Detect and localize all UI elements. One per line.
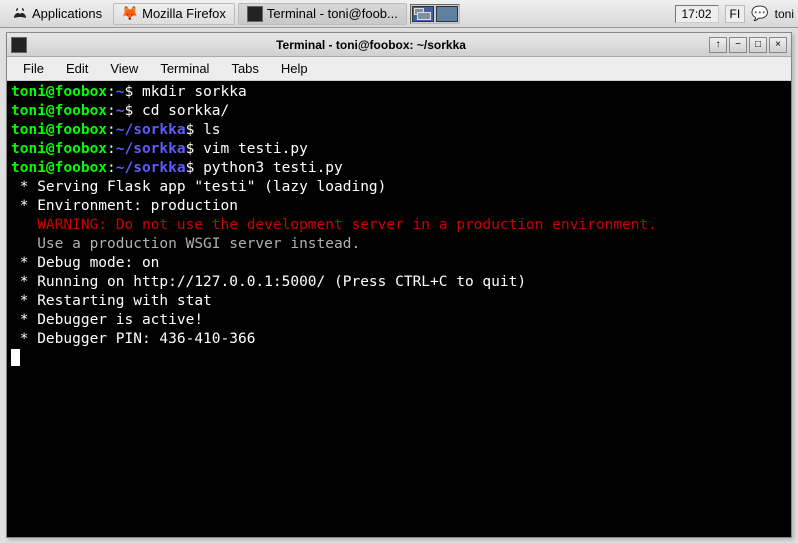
user-label[interactable]: toni bbox=[775, 7, 794, 21]
output-line: * Restarting with stat bbox=[11, 293, 212, 309]
output-line: * Debugger is active! bbox=[11, 312, 203, 328]
firefox-label: Mozilla Firefox bbox=[142, 6, 226, 21]
prompt-path: ~/sorkka bbox=[116, 141, 186, 157]
taskbar-item-terminal[interactable]: Terminal - toni@foob... bbox=[238, 3, 407, 25]
prompt-userhost: toni@foobox bbox=[11, 160, 107, 176]
cmd: mkdir sorkka bbox=[142, 84, 247, 100]
prompt-userhost: toni@foobox bbox=[11, 84, 107, 100]
output-line: * Serving Flask app "testi" (lazy loadin… bbox=[11, 179, 386, 195]
terminal-task-label: Terminal - toni@foob... bbox=[267, 6, 398, 21]
cmd: vim testi.py bbox=[203, 141, 308, 157]
output-warning: WARNING: Do not use the development serv… bbox=[11, 217, 657, 233]
output-line: * Environment: production bbox=[11, 198, 238, 214]
menu-edit[interactable]: Edit bbox=[56, 59, 98, 78]
terminal-content[interactable]: toni@foobox:~$ mkdir sorkka toni@foobox:… bbox=[7, 81, 791, 537]
notification-icon[interactable]: 💬 bbox=[751, 5, 768, 22]
stick-button[interactable]: ↑ bbox=[709, 37, 727, 53]
close-button[interactable]: × bbox=[769, 37, 787, 53]
menu-file[interactable]: File bbox=[13, 59, 54, 78]
prompt-path: ~ bbox=[116, 103, 125, 119]
cmd: ls bbox=[203, 122, 220, 138]
workspace-2[interactable] bbox=[436, 6, 458, 22]
taskbar-right: 17:02 FI 💬 toni bbox=[675, 5, 795, 23]
menu-terminal[interactable]: Terminal bbox=[150, 59, 219, 78]
clock[interactable]: 17:02 bbox=[675, 5, 719, 23]
applications-label: Applications bbox=[32, 6, 102, 21]
applications-menu[interactable]: Applications bbox=[4, 3, 110, 25]
prompt-userhost: toni@foobox bbox=[11, 141, 107, 157]
taskbar: Applications 🦊 Mozilla Firefox Terminal … bbox=[0, 0, 798, 28]
terminal-window: Terminal - toni@foobox: ~/sorkka ↑ − □ ×… bbox=[6, 32, 792, 538]
output-line: * Running on http://127.0.0.1:5000/ (Pre… bbox=[11, 274, 526, 290]
prompt-sep: : bbox=[107, 160, 116, 176]
window-buttons: ↑ − □ × bbox=[709, 37, 787, 53]
output-line: * Debug mode: on bbox=[11, 255, 159, 271]
xfce-mouse-icon bbox=[12, 6, 28, 22]
prompt-path: ~/sorkka bbox=[116, 160, 186, 176]
firefox-icon: 🦊 bbox=[122, 6, 138, 22]
menu-tabs[interactable]: Tabs bbox=[221, 59, 268, 78]
workspace-pager[interactable] bbox=[410, 4, 460, 24]
prompt-sep: : bbox=[107, 122, 116, 138]
output-line: * Debugger PIN: 436-410-366 bbox=[11, 331, 255, 347]
prompt-dollar: $ bbox=[125, 103, 142, 119]
keyboard-layout[interactable]: FI bbox=[725, 5, 746, 23]
workspace-1[interactable] bbox=[412, 6, 434, 22]
prompt-sep: : bbox=[107, 84, 116, 100]
window-title: Terminal - toni@foobox: ~/sorkka bbox=[33, 38, 709, 52]
prompt-dollar: $ bbox=[186, 141, 203, 157]
terminal-cursor bbox=[11, 349, 20, 366]
prompt-sep: : bbox=[107, 103, 116, 119]
menubar: File Edit View Terminal Tabs Help bbox=[7, 57, 791, 81]
taskbar-item-firefox[interactable]: 🦊 Mozilla Firefox bbox=[113, 3, 235, 25]
menu-help[interactable]: Help bbox=[271, 59, 318, 78]
window-titlebar[interactable]: Terminal - toni@foobox: ~/sorkka ↑ − □ × bbox=[7, 33, 791, 57]
prompt-path: ~/sorkka bbox=[116, 122, 186, 138]
menu-view[interactable]: View bbox=[100, 59, 148, 78]
prompt-dollar: $ bbox=[186, 160, 203, 176]
output-line: Use a production WSGI server instead. bbox=[11, 236, 360, 252]
prompt-dollar: $ bbox=[125, 84, 142, 100]
maximize-button[interactable]: □ bbox=[749, 37, 767, 53]
terminal-icon bbox=[247, 6, 263, 22]
prompt-userhost: toni@foobox bbox=[11, 103, 107, 119]
minimize-button[interactable]: − bbox=[729, 37, 747, 53]
prompt-userhost: toni@foobox bbox=[11, 122, 107, 138]
prompt-sep: : bbox=[107, 141, 116, 157]
prompt-dollar: $ bbox=[186, 122, 203, 138]
cmd: cd sorkka/ bbox=[142, 103, 229, 119]
prompt-path: ~ bbox=[116, 84, 125, 100]
window-icon bbox=[11, 37, 27, 53]
cmd: python3 testi.py bbox=[203, 160, 343, 176]
